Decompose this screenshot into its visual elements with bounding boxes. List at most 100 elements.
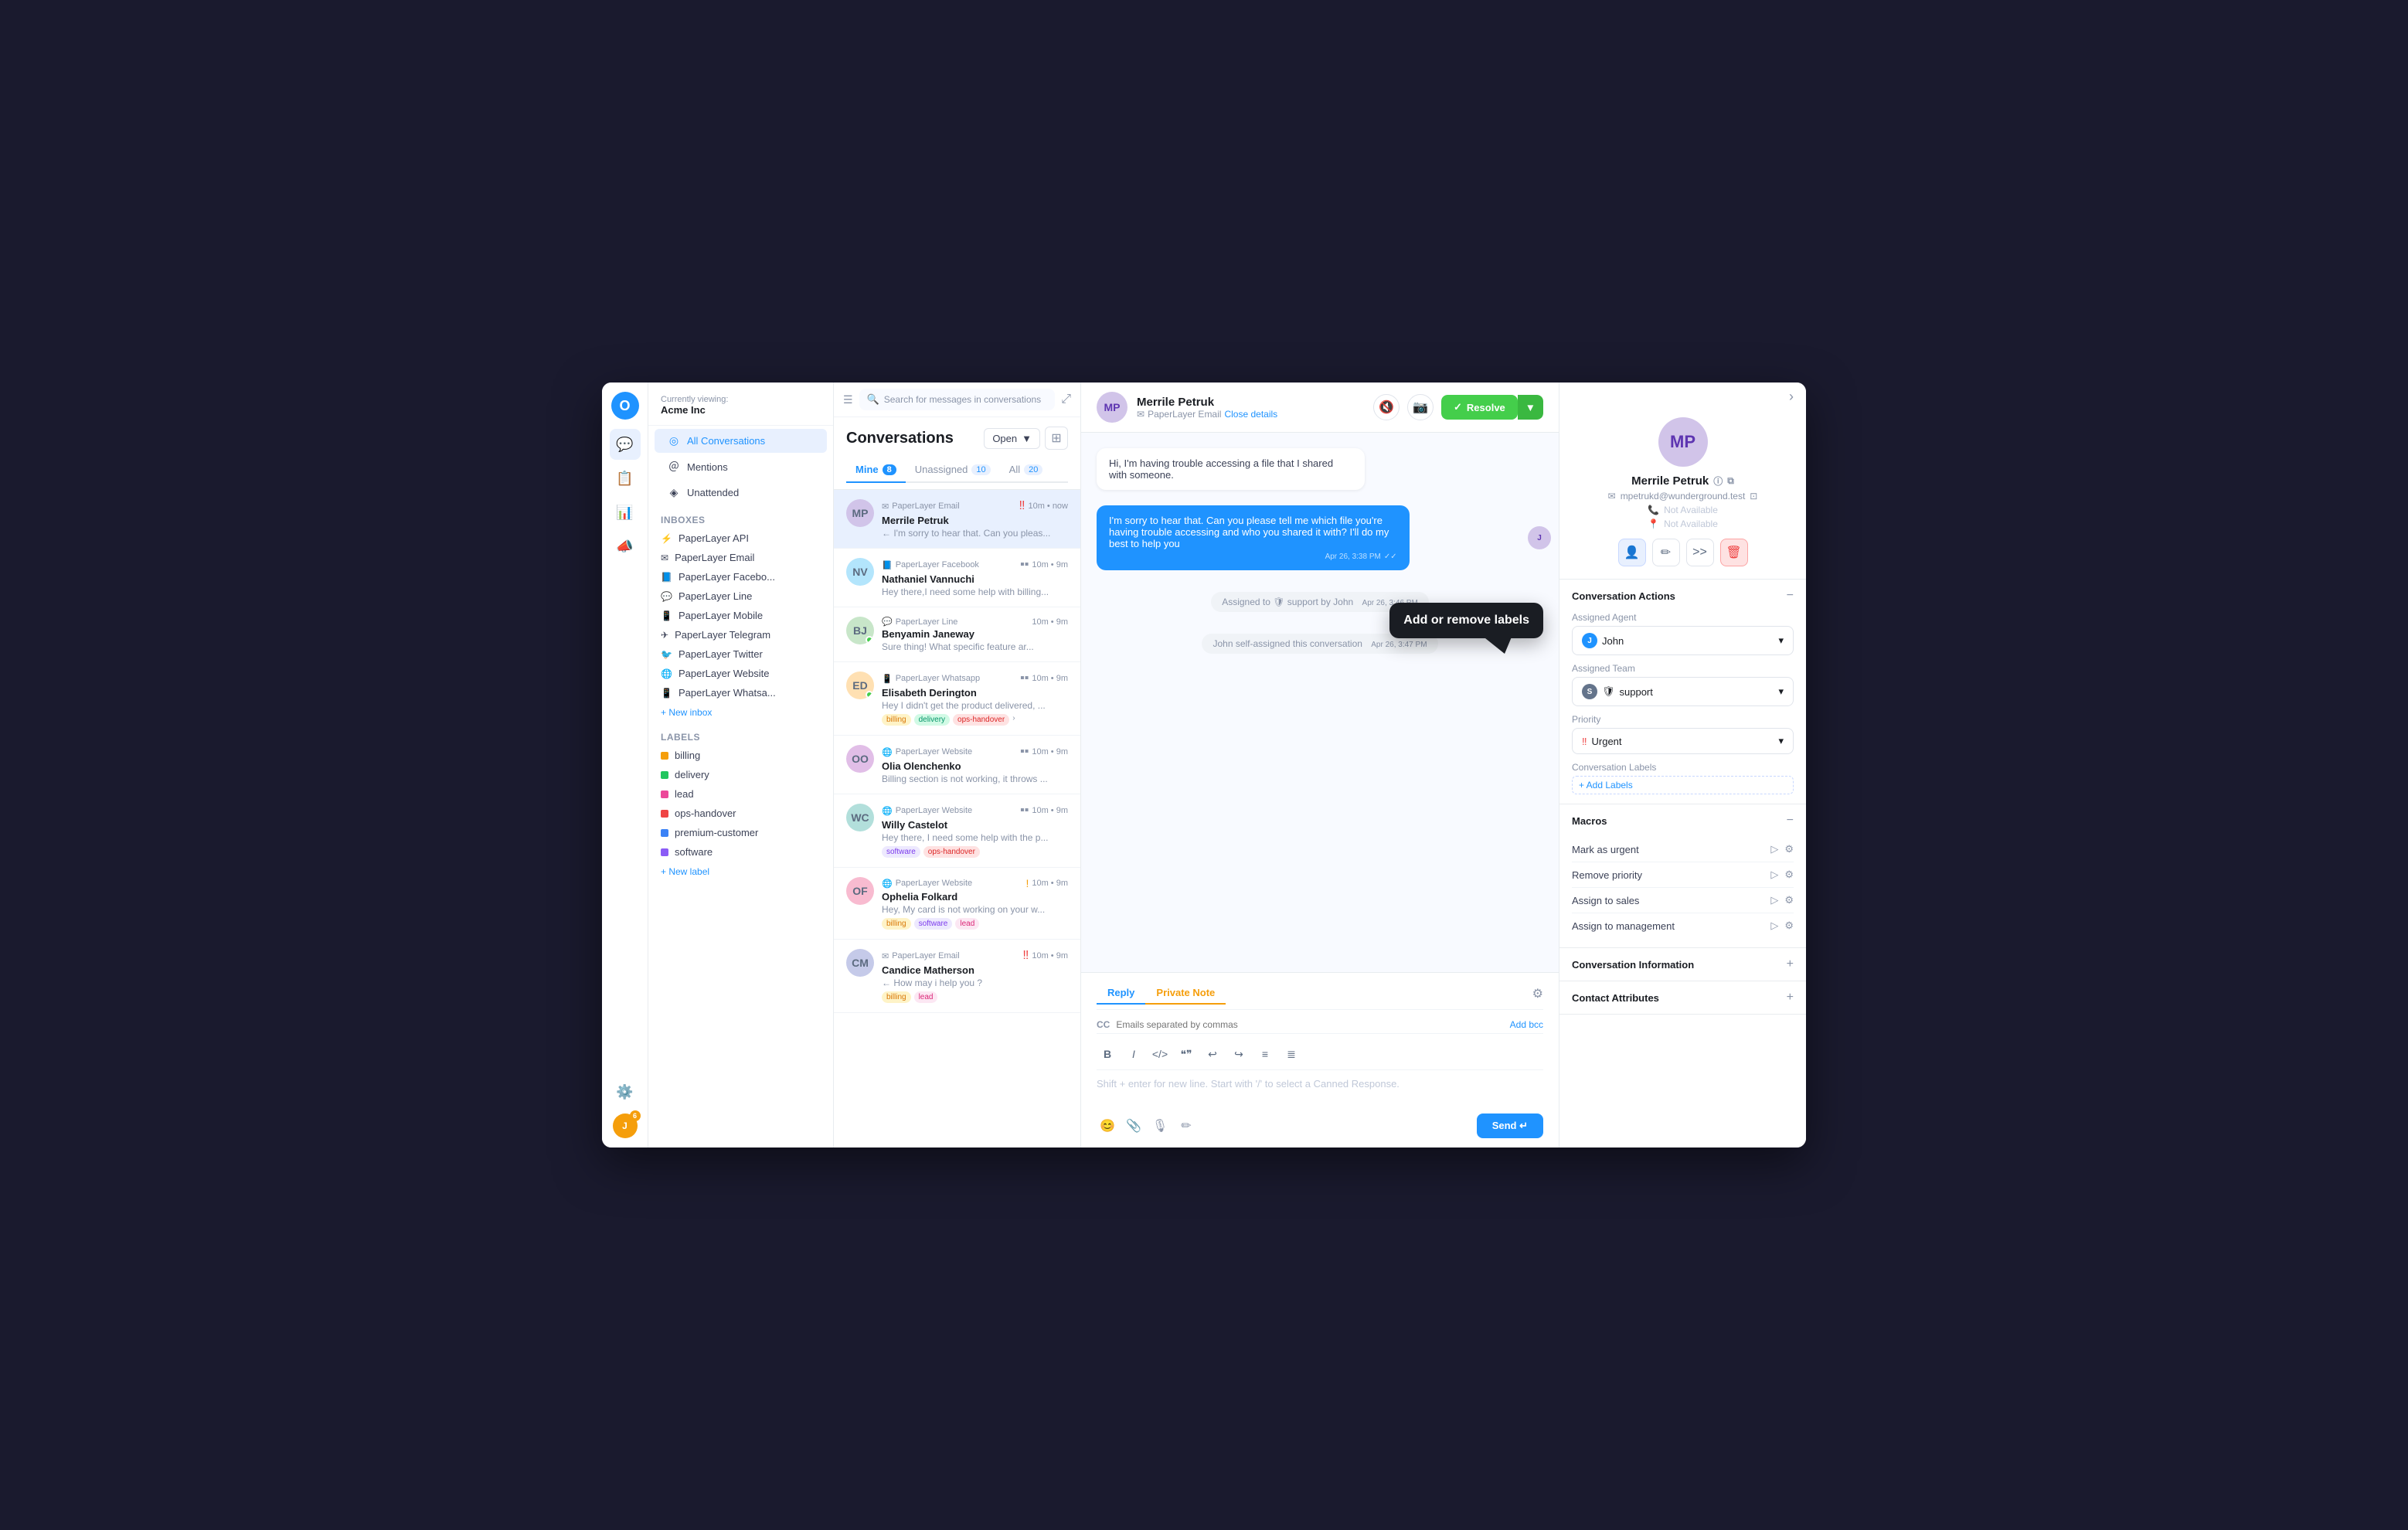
sidebar-inbox-line[interactable]: 💬 PaperLayer Line [648,586,833,606]
audio-btn[interactable]: 🎙 [1149,1115,1171,1137]
macro-settings-icon[interactable]: ⚙ [1784,920,1794,932]
tab-unassigned[interactable]: Unassigned 10 [906,457,1000,483]
assigned-team-select[interactable]: S 🛡 support ▾ [1572,677,1794,706]
contact-attr-header[interactable]: Contact Attributes + [1559,981,1806,1014]
label-software[interactable]: software [648,842,833,862]
macro-run-icon[interactable]: ▷ [1770,869,1778,881]
cc-input[interactable] [1116,1019,1503,1030]
macro-run-icon[interactable]: ▷ [1770,894,1778,906]
copy-email-icon[interactable]: ⊡ [1750,491,1757,502]
close-details-link[interactable]: Close details [1224,409,1277,420]
macro-settings-icon[interactable]: ⚙ [1784,869,1794,881]
conv-item[interactable]: NV 📘 PaperLayer Facebook ▪▪ 10m • 9m Nat… [834,549,1080,607]
attach-btn[interactable]: 📎 [1123,1115,1144,1137]
emoji-btn[interactable]: 😊 [1097,1115,1118,1137]
sidebar-inbox-api[interactable]: ⚡ PaperLayer API [648,529,833,548]
conv-info-header[interactable]: Conversation Information + [1559,948,1806,981]
nav-icon-reports[interactable]: 📋 [610,463,641,494]
macro-item-remove-priority[interactable]: Remove priority ▷ ⚙ [1572,862,1794,888]
menu-icon[interactable]: ☰ [843,393,853,406]
resolve-btn[interactable]: ✓ Resolve [1441,395,1518,420]
conv-item[interactable]: OO 🌐 PaperLayer Website ▪▪ 10m • 9m Olia… [834,736,1080,794]
macro-run-icon[interactable]: ▷ [1770,843,1778,855]
redo-btn[interactable]: ↪ [1228,1043,1250,1065]
status-filter-btn[interactable]: Open ▼ [984,428,1040,449]
resolve-dropdown-btn[interactable]: ▼ [1518,395,1543,420]
conv-content: ✉ PaperLayer Email ‼ 10m • 9m Candice Ma… [882,949,1068,1003]
app-logo[interactable]: O [611,392,639,420]
merge-contact-btn[interactable]: >> [1686,539,1714,566]
macro-run-icon[interactable]: ▷ [1770,920,1778,932]
label-billing[interactable]: billing [648,746,833,765]
tab-mine[interactable]: Mine 8 [846,457,906,483]
conv-item[interactable]: ED 📱 PaperLayer Whatsapp ▪▪ 10m • 9m Eli… [834,662,1080,736]
sidebar-inbox-whatsapp[interactable]: 📱 PaperLayer Whatsa... [648,683,833,702]
sidebar-inbox-email[interactable]: ✉ PaperLayer Email [648,548,833,567]
assigned-agent-select[interactable]: J John ▾ [1572,626,1794,655]
label-lead[interactable]: lead [648,784,833,804]
message-input[interactable]: Shift + enter for new line. Start with '… [1097,1075,1543,1114]
expand-icon[interactable]: ⤢ [1061,393,1071,406]
quote-btn[interactable]: ❝❞ [1175,1043,1197,1065]
macro-item-assign-management[interactable]: Assign to management ▷ ⚙ [1572,913,1794,938]
send-btn[interactable]: Send ↵ [1477,1114,1543,1138]
macro-settings-icon[interactable]: ⚙ [1784,894,1794,906]
nav-icon-campaigns[interactable]: 📣 [610,531,641,562]
code-btn[interactable]: </> [1149,1043,1171,1065]
nav-icon-settings[interactable]: ⚙️ [610,1076,641,1107]
bullet-list-btn[interactable]: ≡ [1254,1043,1276,1065]
label-ops-handover[interactable]: ops-handover [648,804,833,823]
new-inbox-btn[interactable]: + New inbox [648,702,833,722]
conv-item[interactable]: CM ✉ PaperLayer Email ‼ 10m • 9m Candice… [834,940,1080,1013]
italic-btn[interactable]: I [1123,1043,1144,1065]
sidebar-inbox-mobile[interactable]: 📱 PaperLayer Mobile [648,606,833,625]
sidebar-item-mentions[interactable]: ＠ Mentions [655,454,827,480]
undo-btn[interactable]: ↩ [1202,1043,1223,1065]
signature-btn[interactable]: ✏ [1175,1115,1197,1137]
cc-row: CC Add bcc [1097,1016,1543,1034]
macro-item-mark-urgent[interactable]: Mark as urgent ▷ ⚙ [1572,837,1794,862]
add-bcc-btn[interactable]: Add bcc [1510,1019,1543,1030]
input-settings-btn[interactable]: ⚙ [1532,986,1543,1001]
tab-private-note[interactable]: Private Note [1145,982,1226,1005]
ordered-list-btn[interactable]: ≣ [1281,1043,1302,1065]
expand-icon[interactable]: + [1787,957,1794,971]
tab-all[interactable]: All 20 [1000,457,1053,483]
new-label-btn[interactable]: + New label [648,862,833,882]
conv-item[interactable]: WC 🌐 PaperLayer Website ▪▪ 10m • 9m Will… [834,794,1080,868]
expand-icon[interactable]: + [1787,991,1794,1005]
label-delivery[interactable]: delivery [648,765,833,784]
add-labels-btn[interactable]: + Add Labels [1572,776,1794,794]
delete-contact-btn[interactable]: 🗑 [1720,539,1748,566]
nav-icon-inbox[interactable]: 💬 [610,429,641,460]
sidebar-item-all-conversations[interactable]: ◎ All Conversations [655,429,827,453]
label-dot-software [661,848,668,856]
video-btn[interactable]: 📷 [1407,394,1434,420]
view-contact-btn[interactable]: 👤 [1618,539,1646,566]
user-avatar[interactable]: J 6 [613,1114,638,1138]
sidebar-inbox-twitter[interactable]: 🐦 PaperLayer Twitter [648,644,833,664]
conv-item[interactable]: MP ✉ PaperLayer Email ‼ 10m • now Merril… [834,490,1080,549]
tab-reply[interactable]: Reply [1097,982,1145,1005]
sidebar-inbox-telegram[interactable]: ✈ PaperLayer Telegram [648,625,833,644]
nav-icon-analytics[interactable]: 📊 [610,497,641,528]
filter-btn[interactable]: ⊞ [1045,427,1068,450]
sidebar-item-unattended[interactable]: ◈ Unattended [655,481,827,505]
macro-item-assign-sales[interactable]: Assign to sales ▷ ⚙ [1572,888,1794,913]
chevron-right-icon[interactable]: › [1789,389,1794,405]
macro-settings-icon[interactable]: ⚙ [1784,843,1794,855]
bold-btn[interactable]: B [1097,1043,1118,1065]
copy-link-icon[interactable]: ⧉ [1727,475,1734,487]
sidebar-inbox-website[interactable]: 🌐 PaperLayer Website [648,664,833,683]
conv-item[interactable]: OF 🌐 PaperLayer Website ! 10m • 9m Ophel… [834,868,1080,940]
label-premium-customer[interactable]: premium-customer [648,823,833,842]
sidebar-inbox-facebook[interactable]: 📘 PaperLayer Facebo... [648,567,833,586]
mute-btn[interactable]: 🔇 [1373,394,1400,420]
priority-select[interactable]: ‼ Urgent ▾ [1572,728,1794,754]
conversation-actions-header[interactable]: Conversation Actions − [1559,580,1806,612]
conv-item[interactable]: BJ 💬 PaperLayer Line 10m • 9m Benyamin J… [834,607,1080,662]
macros-header[interactable]: Macros − [1559,804,1806,837]
chat-header-sub: ✉ PaperLayer Email Close details [1137,409,1277,420]
edit-contact-btn[interactable]: ✏ [1652,539,1680,566]
search-bar[interactable]: 🔍 Search for messages in conversations [859,389,1056,410]
